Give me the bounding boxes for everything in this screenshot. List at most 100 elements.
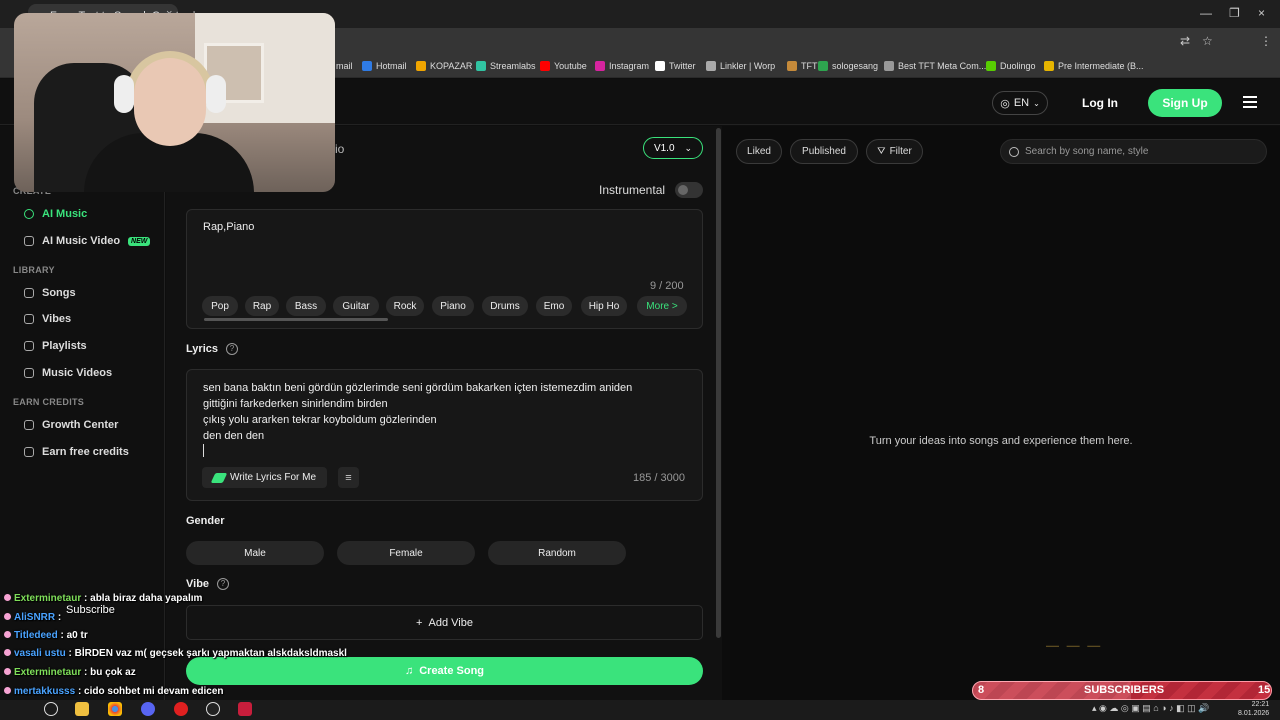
chat-badge-icon xyxy=(4,594,11,601)
signup-button[interactable]: Sign Up xyxy=(1148,89,1222,117)
gender-random-button[interactable]: Random xyxy=(488,541,626,565)
help-icon[interactable]: ? xyxy=(226,343,239,355)
minimize-icon[interactable]: — xyxy=(1200,6,1212,20)
tags-scrollbar[interactable] xyxy=(204,318,388,321)
bookmark-item[interactable]: Duolingo xyxy=(986,61,1036,71)
language-selector[interactable]: ◎ EN ⌄ xyxy=(992,91,1048,115)
style-tag-chip[interactable]: Drums xyxy=(482,296,528,316)
bookmark-item[interactable]: sologesang xyxy=(818,61,878,71)
style-tag-chip[interactable]: Pop xyxy=(202,296,238,316)
discord-icon[interactable] xyxy=(141,702,155,716)
sidebar-item-music-videos[interactable]: Music Videos xyxy=(24,367,112,379)
video-icon xyxy=(24,236,34,246)
maximize-icon[interactable]: ❐ xyxy=(1229,6,1240,20)
text-caret xyxy=(203,444,204,457)
bookmark-item[interactable]: KOPAZAR xyxy=(416,61,472,71)
search-placeholder: Search by song name, style xyxy=(1025,146,1149,157)
sidebar-item-songs[interactable]: Songs xyxy=(24,287,76,299)
bookmark-item[interactable]: Streamlabs xyxy=(476,61,536,71)
sidebar-item-playlists[interactable]: Playlists xyxy=(24,340,87,352)
bookmark-item[interactable]: Instagram xyxy=(595,61,649,71)
filter-button[interactable]: ⛛ Filter xyxy=(866,139,923,164)
sidebar-item-ai-music-video[interactable]: AI Music Video NEW xyxy=(24,235,151,247)
translate-icon[interactable]: ⇄ xyxy=(1180,34,1190,48)
chat-username: Titledeed xyxy=(14,630,58,641)
playlist-icon xyxy=(24,341,34,351)
bookmark-label: Pre Intermediate (B... xyxy=(1058,61,1144,71)
pen-icon xyxy=(210,472,228,483)
search-icon xyxy=(1009,146,1019,157)
chat-message: Titledeed : a0 tr xyxy=(4,630,88,641)
bookmark-item[interactable]: Twitter xyxy=(655,61,696,71)
chat-username: Exterminetaur xyxy=(14,593,82,604)
chat-badge-icon xyxy=(4,631,11,638)
gift-icon xyxy=(24,447,34,457)
chat-username: vasali ustu xyxy=(14,648,66,659)
tray-icons[interactable]: ▴ ◉ ☁ ◎ ▣ ▤ ⌂ ◑ ♪ ◧ ◫ 🔊 xyxy=(1092,703,1209,714)
obs-icon[interactable] xyxy=(206,702,220,716)
add-vibe-button[interactable]: + Add Vibe xyxy=(186,605,703,640)
search-icon[interactable] xyxy=(44,702,58,716)
create-song-label: Create Song xyxy=(419,665,485,677)
sidebar-item-growth-center[interactable]: Growth Center xyxy=(24,419,118,431)
lyrics-section: Lyrics? xyxy=(186,343,239,355)
sidebar-item-vibes[interactable]: Vibes xyxy=(24,313,71,325)
version-selector[interactable]: V1.0 ⌄ xyxy=(643,137,703,159)
chat-message: vasali ustu : BİRDEN vaz m( geçsek şarkı… xyxy=(4,648,347,659)
app-icon[interactable] xyxy=(238,702,252,716)
add-vibe-label: Add Vibe xyxy=(428,616,473,629)
filter-liked-button[interactable]: Liked xyxy=(736,139,782,164)
sidebar-item-ai-music[interactable]: AI Music xyxy=(24,208,87,220)
create-song-button[interactable]: ♫ Create Song xyxy=(186,657,703,685)
bookmark-item[interactable]: Best TFT Meta Com... xyxy=(884,61,986,71)
bookmark-item[interactable]: Linkler | Worp xyxy=(706,61,775,71)
help-icon[interactable]: ? xyxy=(217,578,230,590)
style-tag-chip[interactable]: Bass xyxy=(286,296,326,316)
bookmark-label: Best TFT Meta Com... xyxy=(898,61,987,71)
chat-text: : a0 tr xyxy=(60,630,88,641)
filter-label: Filter xyxy=(889,146,912,157)
bookmark-item[interactable]: TFT xyxy=(787,61,818,71)
gender-female-button[interactable]: Female xyxy=(337,541,475,565)
bookmark-favicon-icon xyxy=(1044,61,1054,71)
bookmark-item[interactable]: Pre Intermediate (B... xyxy=(1044,61,1144,71)
chat-text: : abla biraz daha yapalım xyxy=(84,593,203,604)
bookmark-item[interactable]: Hotmail xyxy=(362,61,407,71)
style-tag-chip[interactable]: Emo xyxy=(536,296,572,316)
star-icon[interactable]: ☆ xyxy=(1202,34,1213,48)
filter-published-button[interactable]: Published xyxy=(790,139,858,164)
bookmark-partial[interactable]: mail xyxy=(336,61,353,71)
system-clock[interactable]: 22:21 8.01.2026 xyxy=(1238,700,1269,718)
instrumental-toggle[interactable] xyxy=(675,182,703,198)
bookmark-favicon-icon xyxy=(416,61,426,71)
song-search-input[interactable]: Search by song name, style xyxy=(1000,139,1267,164)
recorder-icon[interactable] xyxy=(174,702,188,716)
music-icon xyxy=(24,209,34,219)
chrome-icon[interactable] xyxy=(108,702,122,716)
sidebar-item-label: Music Videos xyxy=(42,367,113,379)
bookmark-label: Instagram xyxy=(609,61,650,71)
style-tag-chip[interactable]: Hip Ho xyxy=(581,296,627,316)
style-tag-chip[interactable]: Guitar xyxy=(333,296,379,316)
bookmark-item[interactable]: Youtube xyxy=(540,61,587,71)
bookmark-label: KOPAZAR xyxy=(430,61,473,71)
lyrics-label: Lyrics xyxy=(186,343,219,355)
write-lyrics-button[interactable]: Write Lyrics For Me xyxy=(202,467,327,488)
bookmark-label: TFT xyxy=(801,61,818,71)
more-tags-button[interactable]: More > xyxy=(637,296,687,316)
style-input[interactable]: Rap,Piano xyxy=(203,221,254,233)
sidebar-heading-library: LIBRARY xyxy=(13,265,55,275)
sidebar-item-label: AI Music Video xyxy=(42,235,121,247)
kebab-menu-icon[interactable]: ⋮ xyxy=(1260,34,1272,48)
style-tag-chip[interactable]: Piano xyxy=(432,296,474,316)
hamburger-menu-icon[interactable] xyxy=(1243,96,1257,108)
gender-male-button[interactable]: Male xyxy=(186,541,324,565)
style-tag-chip[interactable]: Rap xyxy=(245,296,279,316)
format-lyrics-icon[interactable]: ≡ xyxy=(338,467,359,488)
style-tag-chip[interactable]: Rock xyxy=(386,296,424,316)
form-scrollbar[interactable] xyxy=(716,128,721,638)
sidebar-item-earn-free-credits[interactable]: Earn free credits xyxy=(24,446,129,458)
login-button[interactable]: Log In xyxy=(1082,96,1118,110)
file-explorer-icon[interactable] xyxy=(75,702,89,716)
close-window-icon[interactable]: × xyxy=(1258,6,1265,20)
